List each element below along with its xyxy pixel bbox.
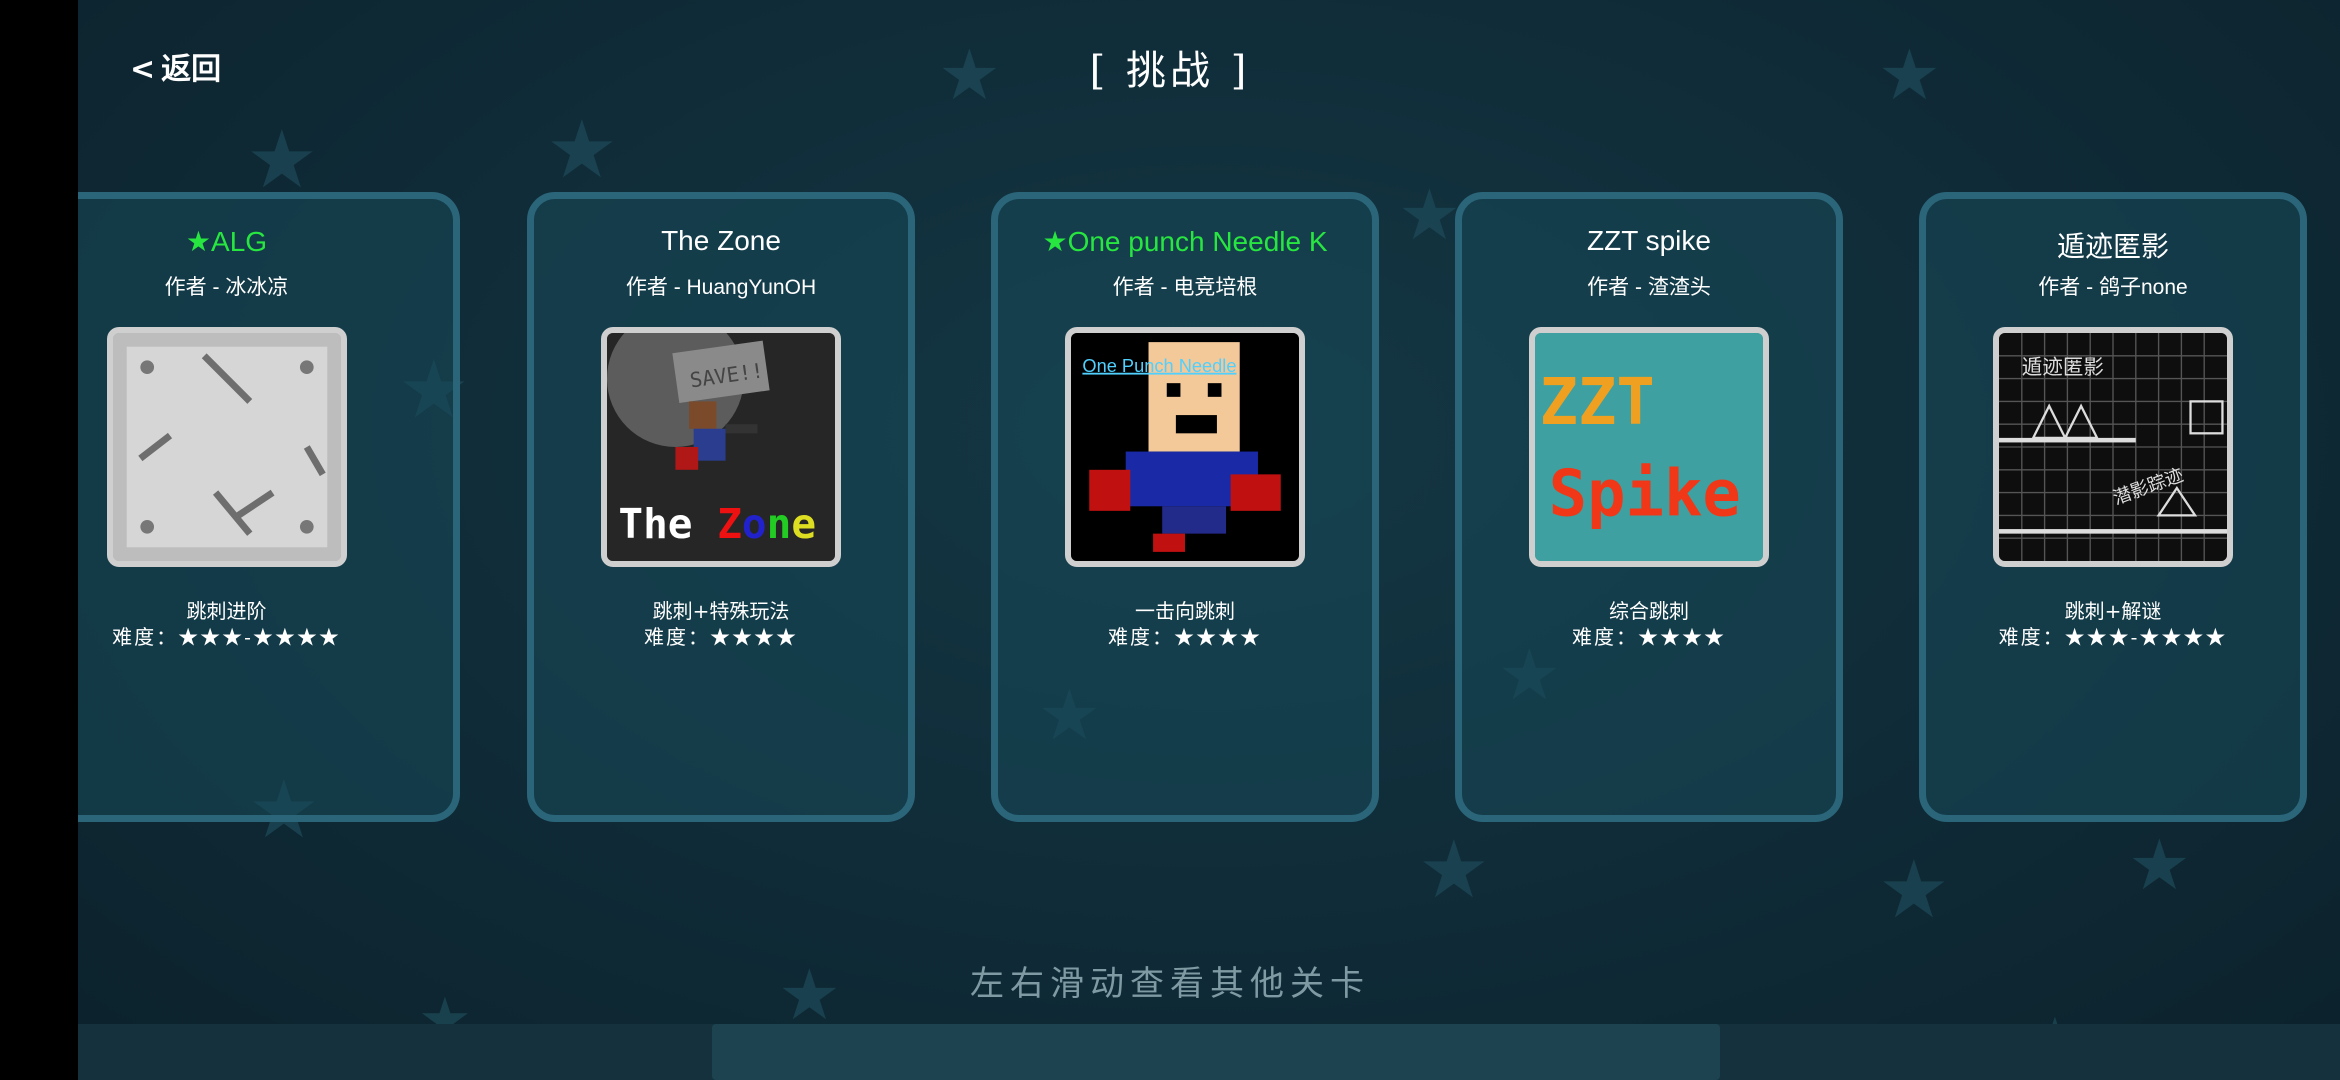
card-difficulty: 难度：★★★★ [644,625,798,649]
card-author: 作者 - 冰冰凉 [164,276,289,299]
stone-tile-icon [112,333,341,561]
card-title: ZZT spike [1587,225,1711,256]
card-author: 作者 - 渣渣头 [1587,276,1711,299]
background-star-icon: ★ [1878,843,1950,936]
the-zone-thumbnail: SAVE!! The Zone [601,327,841,567]
stone-tile-thumbnail [106,327,347,567]
background-star-icon: ★ [1418,823,1490,916]
background-star-icon: ★ [246,113,318,206]
card-difficulty: 难度：★★★-★★★★ [112,625,341,649]
level-card-dunji-niying[interactable]: 遁迹匿影 作者 - 鸽子none 遁迹匿影 潜影踪迹 跳刺+解谜 难度：★★★-… [1919,192,2307,822]
card-category: 一击向跳刺 [1135,599,1235,623]
svg-text:Spike: Spike [1549,457,1741,531]
featured-star-icon: ★ [1042,226,1068,257]
svg-text:遁迹匿影: 遁迹匿影 [2022,355,2104,379]
card-title: ★One punch Needle K [1042,226,1328,257]
featured-star-icon: ★ [185,226,212,257]
card-author: 作者 - 鸽子none [2038,276,2188,299]
page-title: [ 挑战 ] [1089,48,1251,94]
swipe-hint: 左右滑动查看其他关卡 [970,964,1370,1004]
card-difficulty: 难度：★★★★ [1572,625,1726,649]
background-star-icon: ★ [546,103,618,196]
grid-level-thumbnail: 遁迹匿影 潜影踪迹 [1993,327,2233,567]
background-star-icon: ★ [2128,824,2191,906]
horizontal-scrollbar-thumb[interactable] [712,1024,1720,1080]
svg-text:The Zone: The Zone [618,500,816,548]
level-card-the-zone[interactable]: The Zone 作者 - HuangYunOH SAVE!! The Zone… [527,192,915,822]
card-title: 遁迹匿影 [2056,231,2169,262]
card-category: 跳刺+解谜 [2064,599,2162,623]
card-difficulty: 难度：★★★-★★★★ [1998,625,2228,649]
zzt-spike-thumbnail: ZZT Spike [1529,327,1769,567]
left-edge-bar [0,0,78,1080]
level-card-zzt-spike[interactable]: ZZT spike 作者 - 渣渣头 ZZT Spike 综合跳刺 难度：★★★… [1455,192,1843,822]
background-star-icon: ★ [1398,174,1461,256]
card-category: 综合跳刺 [1609,599,1689,623]
card-category: 跳刺进阶 [186,599,267,623]
svg-text:ZZT: ZZT [1540,366,1655,440]
card-author: 作者 - HuangYunOH [625,276,817,299]
card-title: ★ALG [185,226,268,257]
card-category: 跳刺+特殊玩法 [652,599,790,623]
level-card-alg[interactable]: ★ALG 作者 - 冰冰凉 跳刺进阶 难度：★★★-★★★★ [78,192,460,822]
card-author: 作者 - 电竞培根 [1112,276,1258,299]
level-card-one-punch-needle-k[interactable]: ★One punch Needle K 作者 - 电竞培根 One Punch … [991,192,1379,822]
svg-text:One Punch Needle: One Punch Needle [1082,355,1236,376]
one-punch-thumbnail: One Punch Needle [1065,327,1305,567]
card-difficulty: 难度：★★★★ [1108,625,1262,649]
card-title: The Zone [661,225,781,256]
